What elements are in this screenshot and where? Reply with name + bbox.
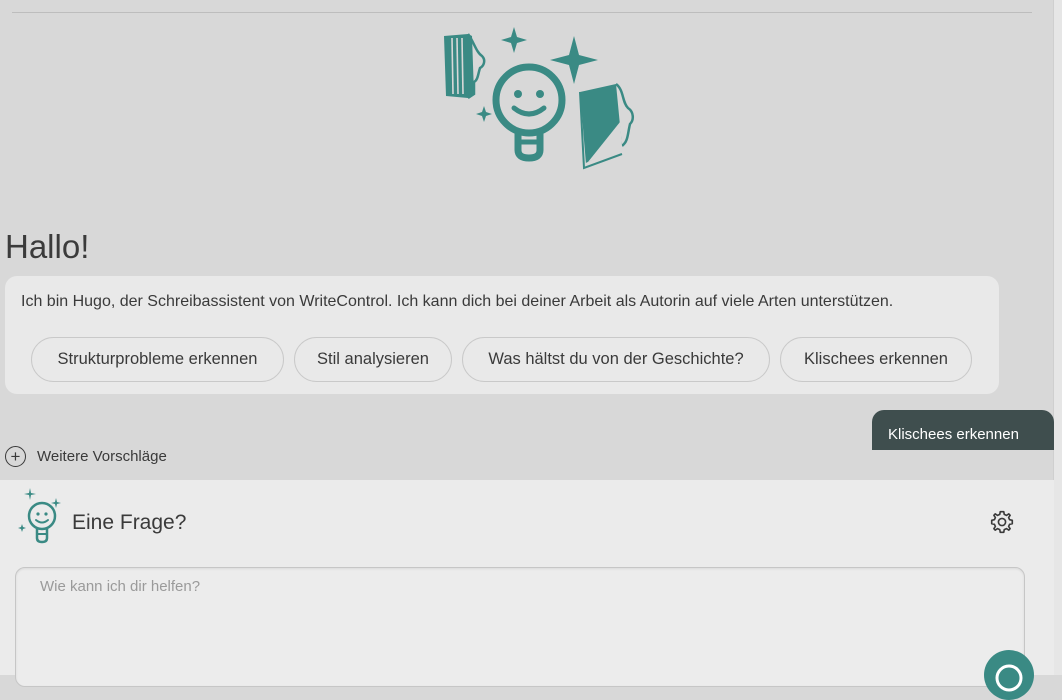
- lightbulb-icon: [18, 488, 61, 544]
- send-button[interactable]: [984, 650, 1034, 700]
- panel-title: Eine Frage?: [72, 511, 187, 534]
- suggestion-chip-cliches[interactable]: Klischees erkennen: [780, 337, 972, 382]
- lightbulb-books-icon: [444, 27, 634, 170]
- send-icon: [995, 664, 1023, 692]
- assistant-intro-text: Ich bin Hugo, der Schreibassistent von W…: [21, 293, 894, 310]
- plus-circle-icon: +: [5, 446, 26, 467]
- assistant-panel: Eine Frage?: [0, 480, 1054, 700]
- suggestion-chip-story[interactable]: Was hältst du von der Geschichte?: [462, 337, 770, 382]
- greeting-heading: Hallo!: [5, 228, 90, 265]
- hero-illustration: [438, 22, 658, 174]
- more-suggestions-button[interactable]: + Weitere Vorschläge: [5, 444, 167, 469]
- user-message-text: Klischees erkennen: [888, 426, 1019, 443]
- top-divider: [12, 12, 1032, 13]
- more-suggestions-label: Weitere Vorschläge: [37, 448, 167, 465]
- suggestion-chip-structure[interactable]: Strukturprobleme erkennen: [31, 337, 284, 382]
- user-message-bubble: Klischees erkennen: [872, 410, 1054, 450]
- suggestion-chip-style[interactable]: Stil analysieren: [294, 337, 452, 382]
- scrollbar[interactable]: [1053, 0, 1062, 675]
- assistant-intro-card: Ich bin Hugo, der Schreibassistent von W…: [5, 276, 999, 394]
- gear-icon[interactable]: [989, 509, 1015, 535]
- question-input[interactable]: [15, 567, 1025, 687]
